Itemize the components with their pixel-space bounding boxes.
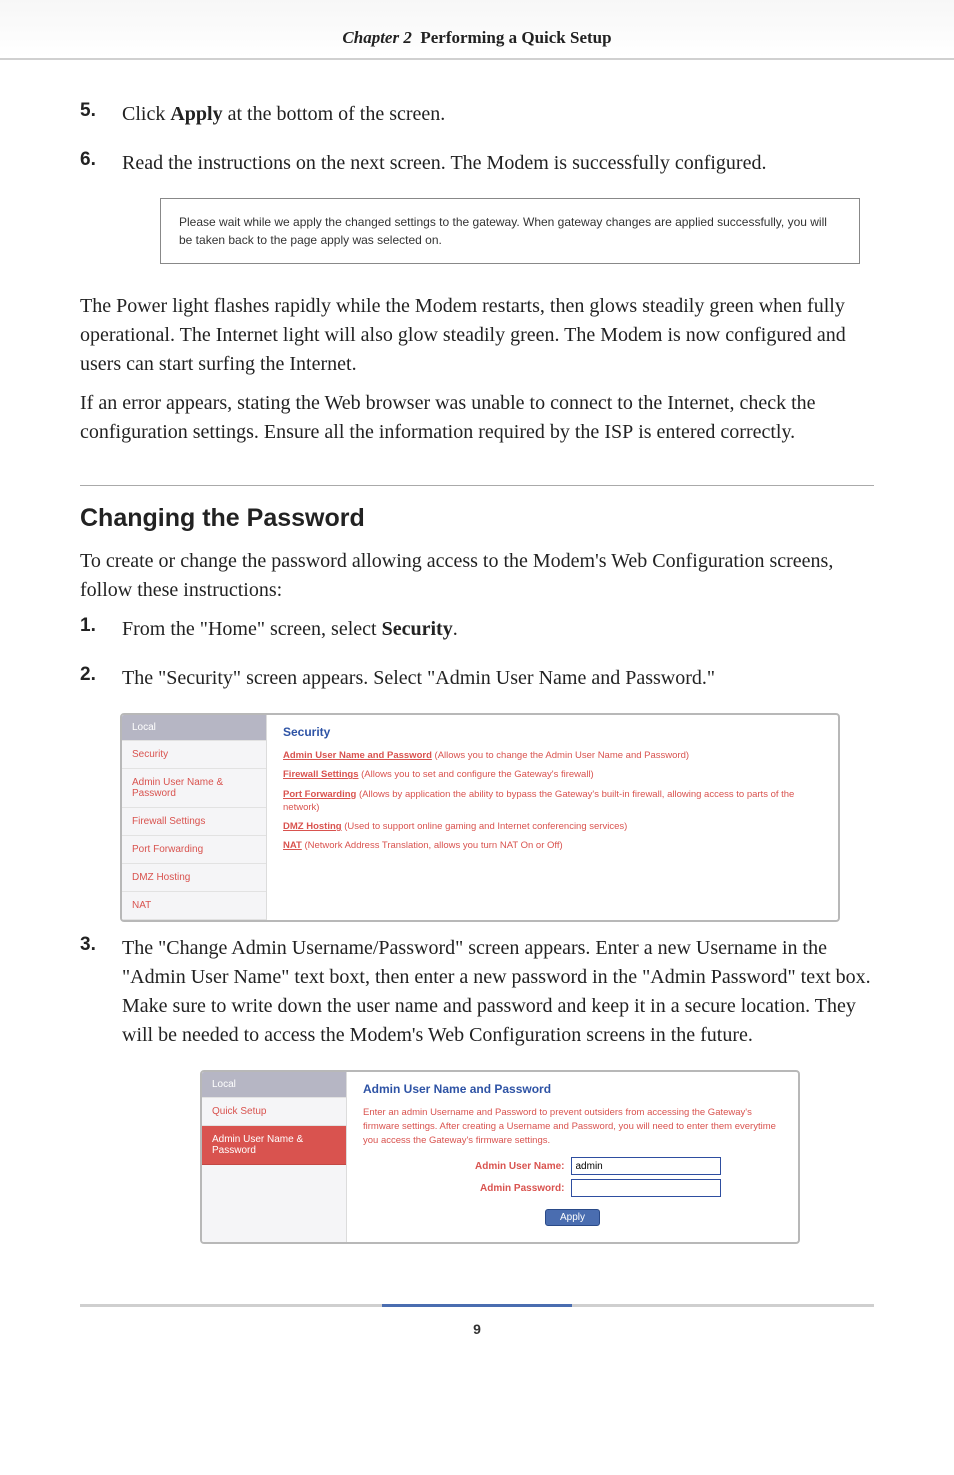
sidebar-item[interactable]: NAT — [122, 892, 266, 920]
security-link[interactable]: Admin User Name and Password — [283, 750, 432, 761]
step-number: 2. — [80, 664, 104, 693]
sidebar-tab-local[interactable]: Local — [122, 715, 266, 741]
body-paragraph-power: The Power light flashes rapidly while th… — [80, 292, 874, 379]
step-list-a: 5. Click Apply at the bottom of the scre… — [80, 100, 874, 178]
step-list-b: 1. From the "Home" screen, select Securi… — [80, 615, 874, 693]
security-link-row: Port Forwarding (Allows by application t… — [283, 788, 822, 815]
admin-description: Enter an admin Username and Password to … — [363, 1106, 782, 1147]
step-number: 6. — [80, 149, 104, 178]
step-number: 5. — [80, 100, 104, 129]
apply-button[interactable]: Apply — [545, 1209, 600, 1226]
security-link[interactable]: NAT — [283, 840, 302, 851]
security-link-desc: (Allows you to set and configure the Gat… — [361, 769, 594, 780]
sidebar-item[interactable]: Admin User Name & Password — [122, 769, 266, 808]
sidebar-item[interactable]: Admin User Name & Password — [202, 1126, 346, 1165]
admin-main: Admin User Name and Password Enter an ad… — [347, 1072, 798, 1242]
security-link-desc: (Used to support online gaming and Inter… — [344, 821, 627, 832]
sidebar-item[interactable]: Quick Setup — [202, 1098, 346, 1126]
security-link-row: NAT (Network Address Translation, allows… — [283, 839, 822, 852]
step-item: 3. The "Change Admin Username/Password" … — [80, 934, 874, 1050]
step-number: 3. — [80, 934, 104, 1050]
security-main: Security Admin User Name and Password (A… — [267, 715, 838, 920]
chapter-text: Performing a Quick Setup — [420, 28, 611, 47]
security-link-row: DMZ Hosting (Used to support online gami… — [283, 820, 822, 833]
header-title: Chapter 2 Performing a Quick Setup — [0, 28, 954, 48]
form-row-username: Admin User Name: — [363, 1157, 782, 1175]
security-link-row: Admin User Name and Password (Allows you… — [283, 749, 822, 762]
section-intro: To create or change the password allowin… — [80, 547, 874, 605]
security-link[interactable]: Firewall Settings — [283, 769, 359, 780]
security-link[interactable]: Port Forwarding — [283, 789, 356, 800]
sidebar-item[interactable]: Security — [122, 741, 266, 769]
screenshot-security: Local SecurityAdmin User Name & Password… — [120, 713, 840, 922]
security-link-desc: (Network Address Translation, allows you… — [304, 840, 562, 851]
security-title: Security — [283, 725, 822, 739]
step-item: 5. Click Apply at the bottom of the scre… — [80, 100, 874, 129]
security-sidebar: Local SecurityAdmin User Name & Password… — [122, 715, 267, 920]
security-link-row: Firewall Settings (Allows you to set and… — [283, 768, 822, 781]
security-link-desc: (Allows by application the ability to by… — [283, 789, 794, 813]
screenshot-admin-password: Local Quick SetupAdmin User Name & Passw… — [200, 1070, 800, 1244]
label-admin-password: Admin Password: — [425, 1183, 565, 1194]
step-item: 2. The "Security" screen appears. Select… — [80, 664, 874, 693]
body-paragraph-error: If an error appears, stating the Web bro… — [80, 389, 874, 447]
chapter-label: Chapter 2 — [342, 28, 411, 47]
admin-sidebar: Local Quick SetupAdmin User Name & Passw… — [202, 1072, 347, 1242]
form-row-password: Admin Password: — [363, 1179, 782, 1197]
step-number: 1. — [80, 615, 104, 644]
step-list-b-continued: 3. The "Change Admin Username/Password" … — [80, 934, 874, 1050]
page-header: Chapter 2 Performing a Quick Setup — [0, 0, 954, 60]
step-text: The "Security" screen appears. Select "A… — [122, 664, 874, 693]
security-link-desc: (Allows you to change the Admin User Nam… — [435, 750, 690, 761]
label-admin-user-name: Admin User Name: — [425, 1161, 565, 1172]
step-text: The "Change Admin Username/Password" scr… — [122, 934, 874, 1050]
step-item: 1. From the "Home" screen, select Securi… — [80, 615, 874, 644]
section-heading-changing-password: Changing the Password — [80, 504, 874, 533]
page-number: 9 — [473, 1321, 481, 1337]
sidebar-item[interactable]: Firewall Settings — [122, 808, 266, 836]
step-text: From the "Home" screen, select Security. — [122, 615, 874, 644]
input-admin-password[interactable] — [571, 1179, 721, 1197]
section-divider — [80, 485, 874, 486]
sidebar-tab-local[interactable]: Local — [202, 1072, 346, 1098]
sidebar-item[interactable]: Port Forwarding — [122, 836, 266, 864]
admin-title: Admin User Name and Password — [363, 1082, 782, 1096]
security-link[interactable]: DMZ Hosting — [283, 821, 342, 832]
step-item: 6. Read the instructions on the next scr… — [80, 149, 874, 178]
apply-wait-message: Please wait while we apply the changed s… — [160, 198, 860, 264]
step-text: Click Apply at the bottom of the screen. — [122, 100, 874, 129]
input-admin-user-name[interactable] — [571, 1157, 721, 1175]
page-footer: 9 — [80, 1304, 874, 1339]
step-text: Read the instructions on the next screen… — [122, 149, 874, 178]
sidebar-item[interactable]: DMZ Hosting — [122, 864, 266, 892]
